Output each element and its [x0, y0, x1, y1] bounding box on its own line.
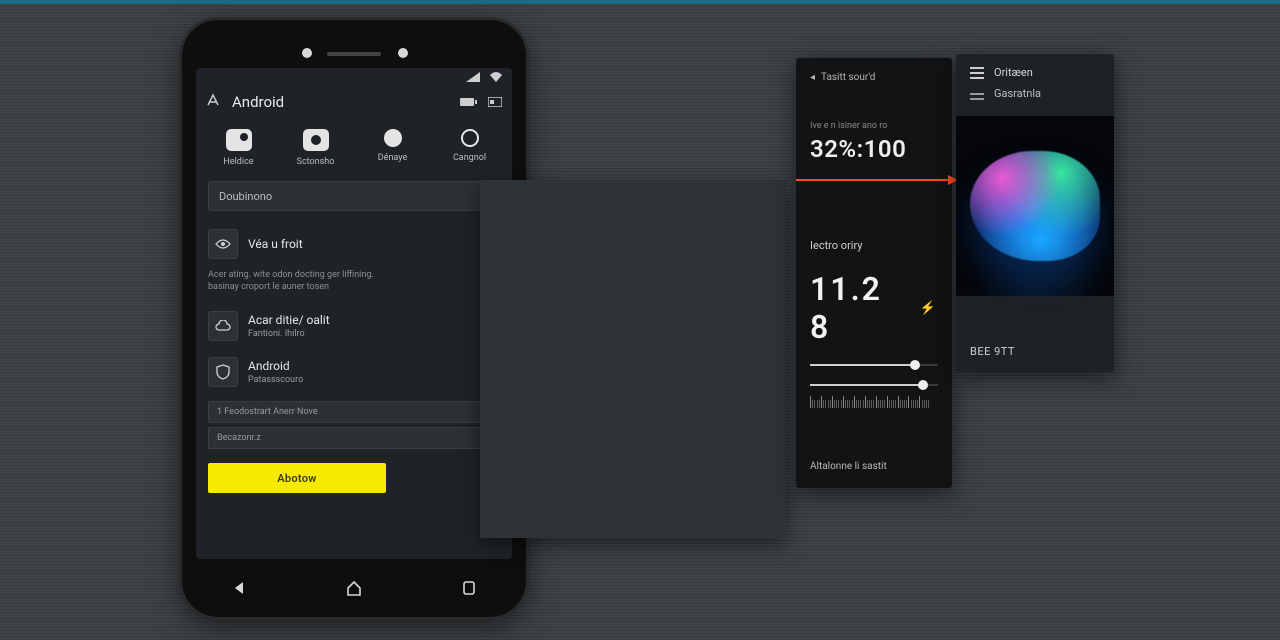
- quick-action-label: Sctonsho: [297, 157, 335, 167]
- search-dropdown-label: Doubinono: [219, 190, 272, 203]
- search-dropdown[interactable]: Doubinono ⌄: [208, 181, 500, 211]
- app-bar: Android: [196, 88, 512, 121]
- phone-frame: Android Heldice Sctons: [182, 20, 526, 617]
- quick-action-screenshot[interactable]: Sctonsho: [286, 129, 346, 167]
- art-caption: BEE 9TT: [970, 345, 1015, 358]
- row-subtitle: Patassscouro: [248, 375, 482, 385]
- metric-value: 32%:100: [810, 135, 938, 163]
- menu-icon[interactable]: [970, 72, 984, 74]
- nav-back-icon[interactable]: [230, 579, 248, 597]
- primary-action-button[interactable]: Abotow: [208, 463, 386, 493]
- slider-knob-icon[interactable]: [918, 380, 928, 390]
- phone-screen: Android Heldice Sctons: [196, 68, 512, 559]
- breadcrumb-label: Tasitt sour'd: [821, 72, 875, 83]
- card-icon: [488, 92, 502, 111]
- slider-1[interactable]: [810, 364, 938, 366]
- camera-icon: [226, 129, 252, 151]
- art-card-subtitle: Gasratnla: [994, 87, 1041, 100]
- content-area: Doubinono ⌄ Véa u froit ➜ Acer ating. wi…: [196, 181, 512, 493]
- quick-action-heldice[interactable]: Heldice: [209, 129, 269, 167]
- text-field-1[interactable]: 1 Feodostrart Anerr Nove: [208, 401, 500, 423]
- gradient-blob-icon: [970, 151, 1100, 261]
- camera-dot-icon: [302, 48, 312, 58]
- breadcrumb[interactable]: ◂ Tasitt sour'd: [810, 72, 938, 83]
- slider-2[interactable]: [810, 384, 938, 386]
- time-value: 11.2 8 ⚡: [810, 270, 938, 346]
- text-field-2[interactable]: Becazonr.z ⌄: [208, 427, 500, 449]
- screenshot-icon: [303, 129, 329, 151]
- nav-home-icon[interactable]: [345, 579, 363, 597]
- wifi-icon: [490, 72, 502, 85]
- overlay-panel: [480, 180, 786, 538]
- art-card: Oritæen Gasratnla BEE 9TT: [956, 54, 1114, 372]
- row-title: Android: [248, 359, 482, 373]
- card-footer-label: Altalonne li sastit: [810, 461, 887, 472]
- primary-action-label: Abotow: [277, 472, 316, 485]
- speaker-slot-icon: [327, 52, 381, 56]
- text-field-label: Becazonr.z: [217, 433, 261, 443]
- shield-icon: [208, 357, 238, 387]
- row-subtitle: Fantioni. Ihilro: [248, 329, 479, 339]
- page-title: Android: [232, 93, 448, 111]
- signal-icon: [466, 72, 480, 85]
- slider-fill: [810, 384, 923, 386]
- quick-action-label: Cangnol: [453, 153, 486, 163]
- row-title: Véa u froit: [248, 237, 479, 251]
- cloud-icon: [208, 311, 238, 341]
- quick-action-cangnol[interactable]: Cangnol: [440, 129, 500, 167]
- nav-recent-icon[interactable]: [460, 579, 478, 597]
- quick-action-label: Heldice: [223, 157, 253, 167]
- status-bar: [196, 68, 512, 88]
- row-android[interactable]: Android Patassscouro ●: [208, 349, 500, 395]
- back-icon[interactable]: [206, 92, 220, 111]
- menu-icon[interactable]: [970, 93, 984, 95]
- divider-arrow-icon: [796, 179, 952, 181]
- eye-icon: [208, 229, 238, 259]
- section-label: Iectro oriry: [810, 239, 938, 252]
- row-video-front[interactable]: Véa u froit ➜: [208, 221, 500, 267]
- bolt-icon: ⚡: [920, 301, 938, 316]
- slider-knob-icon[interactable]: [910, 360, 920, 370]
- art-canvas: [956, 116, 1114, 296]
- android-nav-bar: [182, 559, 526, 617]
- row-title: Acar ditie/ oalit: [248, 313, 479, 327]
- battery-icon: [460, 92, 478, 111]
- time-value-text: 11.2 8: [810, 270, 904, 346]
- quick-action-denaye[interactable]: Dénaye: [363, 129, 423, 167]
- ruler-ticks-icon: [810, 394, 938, 408]
- quick-action-row: Heldice Sctonsho Dénaye Cangnol: [196, 121, 512, 181]
- quick-action-label: Dénaye: [378, 153, 407, 163]
- row-autofill[interactable]: Acar ditie/ oalit Fantioni. Ihilro ➜: [208, 303, 500, 349]
- stats-card: ◂ Tasitt sour'd Ive e n isiner ano ro 32…: [796, 58, 952, 488]
- art-card-subheader[interactable]: Gasratnla: [956, 85, 1114, 112]
- slider-fill: [810, 364, 915, 366]
- dot-icon: [384, 129, 402, 147]
- description-text: Acer ating. wite odon docting ger liffin…: [208, 267, 500, 303]
- chevron-left-icon: ◂: [810, 72, 815, 83]
- text-field-label: 1 Feodostrart Anerr Nove: [217, 407, 318, 417]
- art-card-header[interactable]: Oritæen: [956, 54, 1114, 85]
- metric-label: Ive e n isiner ano ro: [810, 121, 938, 131]
- art-card-title: Oritæen: [994, 66, 1033, 79]
- camera-dot-icon: [398, 48, 408, 58]
- ring-icon: [461, 129, 479, 147]
